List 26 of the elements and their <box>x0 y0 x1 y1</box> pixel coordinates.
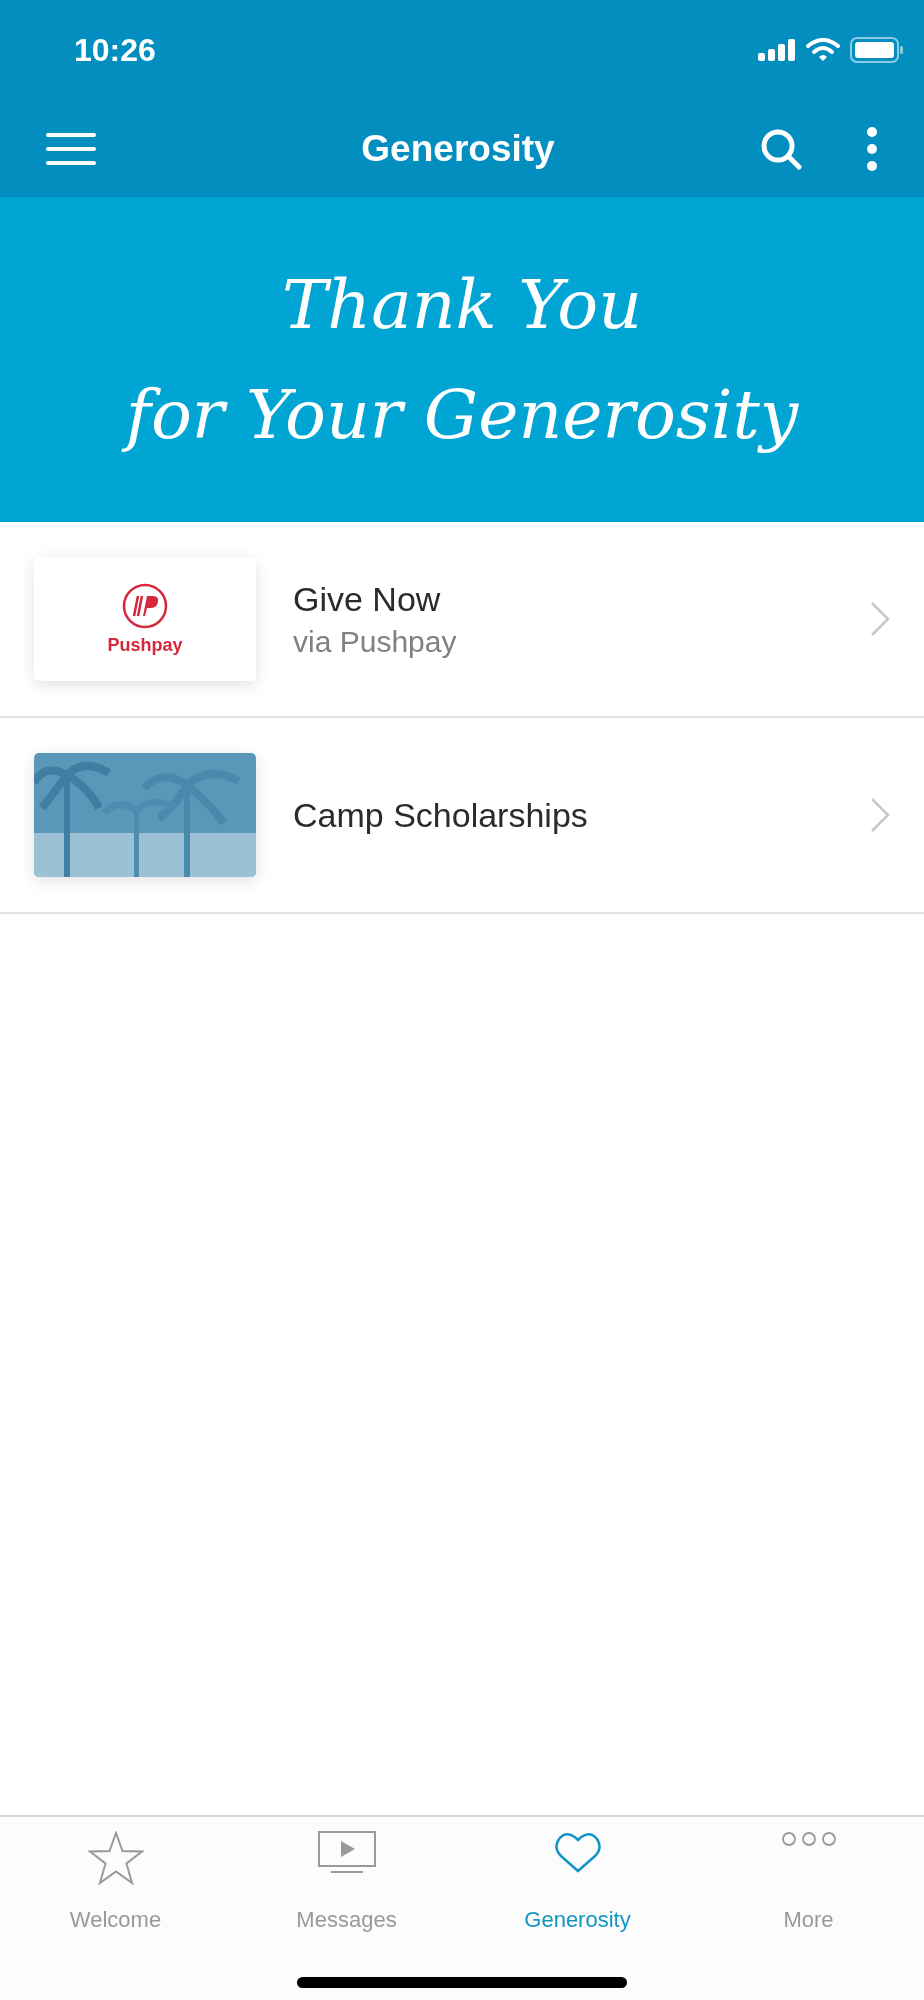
list-item[interactable]: Pushpay Give Now via Pushpay <box>0 522 924 718</box>
page-title: Generosity <box>360 127 556 170</box>
item-title: Give Now <box>293 579 442 619</box>
item-title: Camp Scholarships <box>293 795 589 835</box>
tab[interactable]: Messages <box>231 1817 462 1945</box>
wifi-icon <box>806 38 840 62</box>
more-icon <box>780 1831 837 1847</box>
heart-icon <box>554 1831 601 1873</box>
status-time: 10:26 <box>74 31 156 69</box>
banner-text: Thank You <box>282 263 642 346</box>
list-item[interactable]: Camp Scholarships <box>0 718 924 914</box>
chevron-icon <box>870 797 890 833</box>
video-screen-icon <box>317 1831 376 1873</box>
tab[interactable]: Generosity <box>462 1817 693 1945</box>
tab[interactable]: More <box>693 1817 924 1945</box>
menu-icon[interactable] <box>46 132 96 165</box>
item-subtitle: via Pushpay <box>293 624 458 659</box>
p-logo-icon <box>122 582 168 629</box>
more-options-icon[interactable] <box>866 125 878 172</box>
search-icon[interactable] <box>760 127 802 170</box>
signal-icon <box>758 39 796 61</box>
battery-icon <box>850 37 904 63</box>
tab[interactable]: Welcome <box>0 1817 231 1945</box>
chevron-icon <box>870 601 890 637</box>
star-icon <box>87 1831 144 1885</box>
logo-text: Pushpay <box>107 634 183 656</box>
